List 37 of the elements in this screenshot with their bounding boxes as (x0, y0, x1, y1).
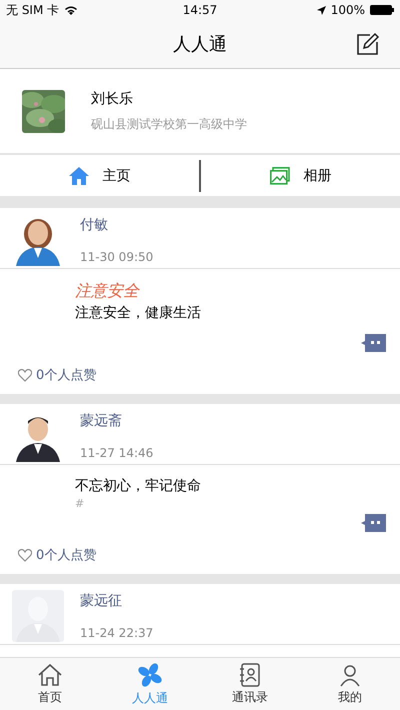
nav-title: 人人通 (173, 33, 227, 56)
battery-icon (370, 5, 394, 15)
author-name[interactable]: 蒙远斋 (80, 412, 154, 430)
school-name: 砚山县测试学校第一高级中学 (91, 116, 247, 132)
address-book-icon (239, 662, 261, 686)
comment-icon[interactable] (361, 334, 386, 352)
tab-bar-item[interactable]: 我的 (300, 658, 400, 710)
edit-icon[interactable] (356, 32, 380, 56)
tab-bar-item[interactable]: 首页 (0, 658, 100, 710)
author-name[interactable]: 付敏 (80, 216, 154, 234)
profile-tab[interactable]: 主页 (0, 155, 199, 196)
comment-icon[interactable] (361, 514, 386, 532)
like-count: 0个人点赞 (36, 367, 96, 384)
status-time: 14:57 (182, 3, 218, 17)
wifi-icon (64, 5, 78, 15)
author-name[interactable]: 蒙远征 (80, 592, 154, 610)
home-icon (68, 166, 88, 184)
post-time: 11-30 09:50 (80, 250, 154, 264)
profile-tab[interactable]: 相册 (201, 155, 400, 196)
carrier-label: 无 SIM 卡 (6, 2, 60, 18)
post-title: 注意安全 (75, 281, 141, 302)
post-time: 11-24 22:37 (80, 626, 154, 640)
heart-icon[interactable] (18, 368, 32, 382)
location-icon (316, 6, 326, 14)
post-time: 11-27 14:46 (80, 446, 154, 460)
heart-icon[interactable] (18, 548, 32, 562)
battery-percent: 100% (330, 3, 365, 17)
person-icon (338, 662, 362, 686)
like-count: 0个人点赞 (36, 547, 96, 564)
tab-bar-item[interactable]: 通讯录 (200, 658, 300, 710)
pinwheel-icon (137, 662, 163, 688)
image-icon (270, 166, 290, 184)
post-text: 不忘初心，牢记使命 (75, 477, 202, 495)
post-tag: # (75, 497, 386, 510)
profile-name: 刘长乐 (91, 90, 134, 108)
home-icon (37, 662, 63, 686)
post-text: 注意安全，健康生活 (75, 304, 202, 322)
